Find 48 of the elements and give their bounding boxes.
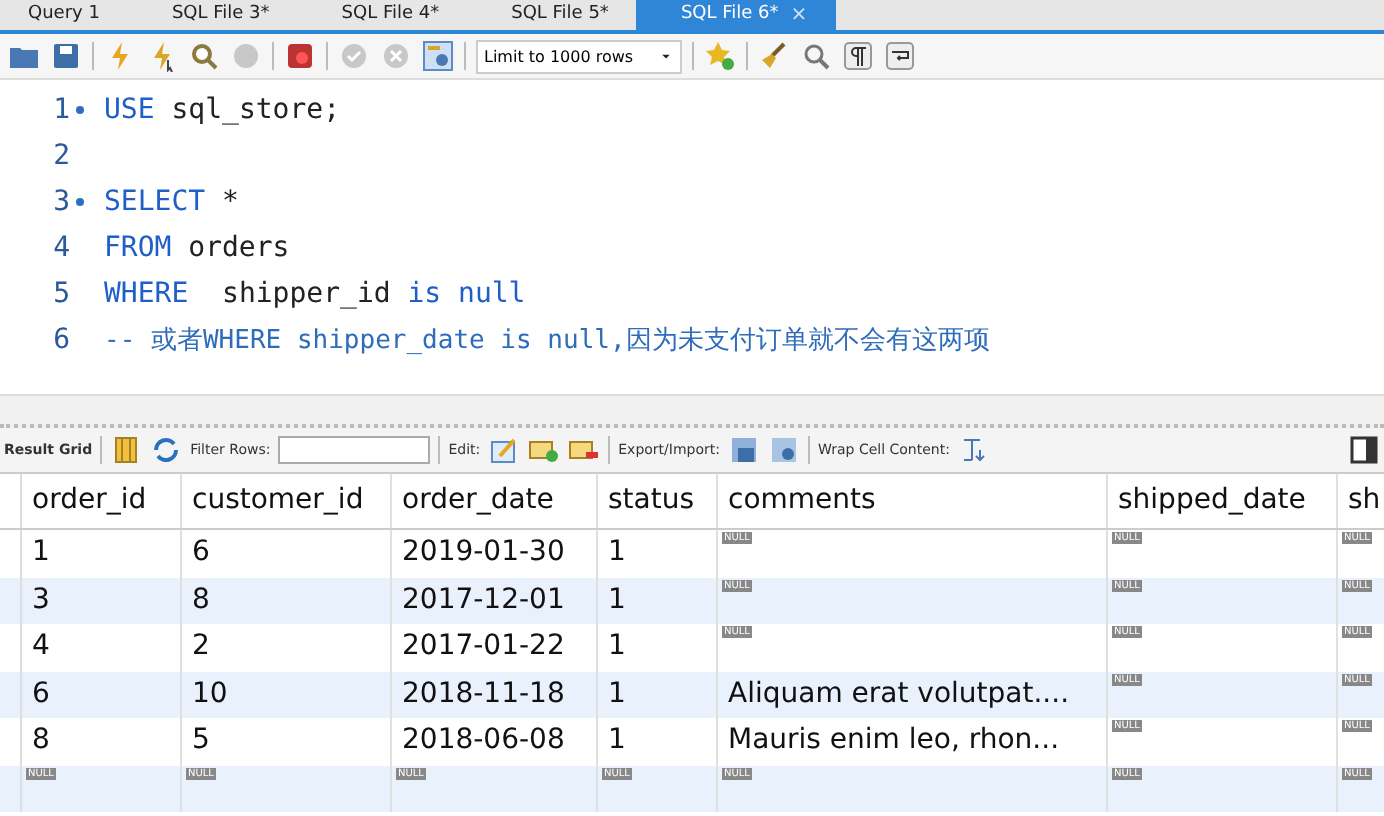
line-number: 6 — [53, 323, 70, 355]
fold-dot-icon[interactable] — [76, 105, 84, 113]
table-cell: 6 — [22, 671, 182, 718]
grid-icon[interactable] — [110, 434, 143, 466]
editor-tab[interactable]: SQL File 5* — [467, 0, 637, 30]
broom-icon[interactable] — [758, 40, 790, 72]
limit-dropdown[interactable]: Limit to 1000 rows — [476, 39, 682, 73]
editor-tab[interactable]: SQL File 4* — [297, 0, 468, 30]
horizontal-scrollbar[interactable] — [0, 394, 1384, 428]
filter-field[interactable] — [278, 436, 431, 464]
panel-toggle-icon[interactable] — [1348, 434, 1380, 466]
line-number: 2 — [53, 139, 70, 171]
table-cell: 2017-12-01 — [392, 577, 598, 624]
code-line: WHERE shipper_id is null — [104, 277, 526, 309]
line-number: 4 — [53, 231, 70, 263]
table-cell: 10 — [182, 671, 392, 718]
column-header[interactable]: sh — [1338, 474, 1384, 528]
column-header[interactable]: order_date — [392, 474, 598, 528]
code-line: FROM orders — [104, 231, 290, 263]
refresh-icon[interactable] — [150, 434, 183, 466]
editor-tab[interactable]: SQL File 3* — [127, 0, 298, 30]
code-line: USE sql_store; — [104, 93, 341, 125]
line-number: 3 — [53, 185, 70, 217]
table-cell: 3 — [22, 577, 182, 624]
wrap-icon[interactable] — [884, 40, 916, 72]
pilcrow-icon[interactable] — [842, 40, 874, 72]
column-header[interactable]: shipped_date — [1108, 474, 1338, 528]
star-icon[interactable] — [704, 40, 736, 72]
edit-icon[interactable] — [488, 434, 521, 466]
table-cell: 1 — [598, 671, 718, 718]
column-header[interactable]: status — [598, 474, 718, 528]
column-header[interactable]: order_id — [22, 474, 182, 528]
fold-dot-icon[interactable] — [76, 197, 84, 205]
table-cell: Aliquam erat volutpat.... — [718, 671, 1108, 718]
column-header[interactable]: comments — [718, 474, 1108, 528]
search-icon[interactable] — [800, 40, 832, 72]
magnifier-icon[interactable] — [188, 40, 220, 72]
save-icon[interactable] — [50, 40, 82, 72]
line-number: 5 — [53, 277, 70, 309]
table-cell: 2018-11-18 — [392, 671, 598, 718]
code-line: SELECT * — [104, 185, 239, 217]
line-number: 1 — [53, 93, 70, 125]
code-line: -- 或者WHERE shipper_date is null,因为未支付订单就不会有这两项 — [104, 323, 990, 357]
table-cell: 8 — [182, 577, 392, 624]
table-cell: 1 — [598, 577, 718, 624]
column-header[interactable]: customer_id — [182, 474, 392, 528]
editor-tab[interactable]: SQL File 6* × — [636, 0, 836, 30]
editor-tab[interactable]: Query 1 — [0, 0, 128, 30]
